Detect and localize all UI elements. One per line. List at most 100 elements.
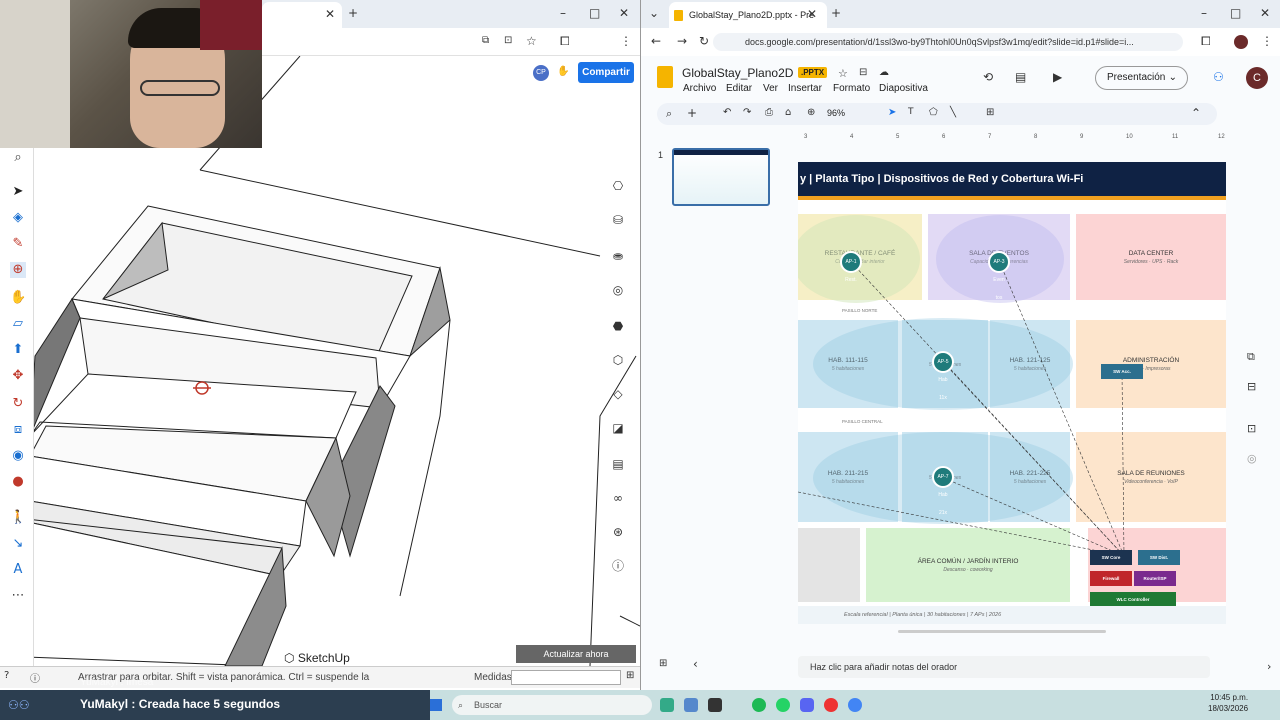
measures-input[interactable] [511,670,621,685]
collapse-panel-icon[interactable]: ‹ [693,657,698,671]
geo-icon[interactable]: ⓘ [30,670,40,685]
line-icon[interactable]: ╲ [950,107,956,118]
components-icon[interactable]: ⛁ [610,212,626,228]
zoom-icon[interactable]: ⊕ [807,107,815,118]
profile-avatar-icon[interactable] [1234,35,1248,49]
switch-core[interactable]: SW Core [1090,550,1132,565]
views-icon[interactable]: ⬡ [610,352,626,368]
search-icon[interactable]: ⌕ [10,150,26,166]
search-menu-icon[interactable]: ⌕ [666,107,672,121]
maximize-icon[interactable]: □ [589,6,600,20]
bookmark-star-icon[interactable]: ☆ [526,34,537,48]
collaborator-avatar[interactable]: CP [533,65,549,81]
comments-icon[interactable]: ▤ [1015,70,1026,84]
slide-canvas[interactable]: y | Planta Tipo | Dispositivos de Red y … [798,162,1226,624]
chrome-icon[interactable] [848,698,862,712]
pencil-tool-icon[interactable]: ✎ [10,236,26,252]
glasses-icon[interactable]: ∞ [610,490,626,506]
taskbar-search[interactable]: ⌕ Buscar [452,695,652,715]
back-icon[interactable]: ← [651,34,661,48]
menu-kebab-icon[interactable]: ⋮ [620,34,632,48]
pan-hand-icon[interactable]: ✋ [557,66,569,77]
new-tab-icon[interactable]: + [831,6,841,20]
minimize-icon[interactable]: – [560,6,566,20]
app-icon-3[interactable] [684,698,698,712]
close-tab-icon[interactable]: ✕ [325,7,335,21]
slides-tab[interactable]: GlobalStay_Plano2D.pptx - Pre [669,2,827,28]
side-panel-icon[interactable]: ⧉ [1247,350,1255,364]
url-field[interactable]: docs.google.com/presentation/d/1ssl3wo-b… [713,33,1183,51]
paint-tool-icon[interactable]: ◉ [10,448,26,464]
reload-icon[interactable]: ↻ [699,34,709,48]
menu-formato[interactable]: Formato [833,83,870,94]
tab-list-icon[interactable]: ⌄ [649,6,659,20]
globe-icon[interactable]: ⊛ [610,524,626,540]
menu-editar[interactable]: Editar [726,83,752,94]
orbit-tool-icon[interactable]: ⊕ [10,262,26,278]
cloud-status-icon[interactable]: ☁ [879,67,889,78]
app-icon-5[interactable] [824,698,838,712]
undo-icon[interactable]: ↶ [723,107,731,118]
paint-format-icon[interactable]: ⌂ [785,107,791,118]
walk-tool-icon[interactable]: 🚶 [10,510,26,526]
whatsapp-icon[interactable] [776,698,790,712]
info-icon[interactable]: ⓘ [610,558,626,574]
shape-icon[interactable]: ⬠ [929,107,938,118]
menu-insertar[interactable]: Insertar [788,83,822,94]
text-box-icon[interactable]: T [908,107,914,117]
select-pointer-icon[interactable]: ➤ [888,107,896,118]
access-point-icon[interactable]: AP-5 Hab 11x [932,351,954,401]
side-panel-expand-icon[interactable]: › [1267,660,1271,673]
cast-icon[interactable]: ⊡ [504,35,512,46]
tape-tool-icon[interactable]: ↘ [10,536,26,552]
add-comment-icon[interactable]: ⊞ [986,107,994,118]
chevron-down-icon[interactable]: ⌄ [1169,67,1177,89]
document-title[interactable]: GlobalStay_Plano2D [682,66,793,80]
star-icon[interactable]: ☆ [838,67,848,80]
push-pull-tool-icon[interactable]: ⬆ [10,342,26,358]
tasks-icon[interactable]: ◎ [1247,452,1257,465]
scenes-icon[interactable]: ⛂ [610,248,626,264]
materials-icon[interactable]: ⬣ [610,318,626,334]
meet-icon[interactable]: ▶ [1053,70,1062,84]
styles-icon[interactable]: ◎ [610,282,626,298]
router[interactable]: Router/ISP [1134,571,1176,586]
extensions-icon[interactable]: ⧠ [1201,34,1211,49]
close-window-icon[interactable]: ✕ [1260,6,1270,20]
share-person-icon[interactable]: ⚇ [1213,70,1224,84]
forward-icon[interactable]: → [677,34,687,48]
redo-icon[interactable]: ↷ [743,107,751,118]
scale-tool-icon[interactable]: ⧈ [10,422,26,438]
grid-view-icon[interactable]: ⊞ [659,658,667,669]
discord-icon[interactable] [800,698,814,712]
new-tab-icon[interactable]: + [348,6,358,20]
pan-tool-icon[interactable]: ✋ [10,290,26,306]
help-icon[interactable]: ? [4,670,9,681]
present-button[interactable]: Presentación ⌄ [1095,66,1188,90]
extensions-icon[interactable]: ⧠ [560,34,570,49]
move-folder-icon[interactable]: ⊟ [859,67,867,78]
keep-icon[interactable]: ⊡ [1247,422,1256,435]
menu-ver[interactable]: Ver [763,83,778,94]
slide-thumbnail[interactable] [672,148,770,206]
entity-info-icon[interactable]: ⎔ [610,178,626,194]
paint-bucket-icon[interactable]: ◪ [610,420,626,436]
rectangle-tool-icon[interactable]: ▱ [10,316,26,332]
layers-icon[interactable]: ▤ [610,456,626,472]
menu-archivo[interactable]: Archivo [683,83,716,94]
access-point-icon[interactable]: AP-7 Hab 21x [932,466,954,516]
system-clock[interactable]: 10:45 p.m. 18/03/2026 [1208,692,1248,714]
tag-icon[interactable]: ◇ [610,386,626,402]
spotify-icon[interactable] [752,698,766,712]
folder-icon[interactable]: ⊟ [1247,380,1256,393]
translate-icon[interactable]: ⧉ [482,35,489,46]
access-point-icon[interactable]: AP-3 Even tos [988,251,1010,301]
close-window-icon[interactable]: ✕ [619,6,629,20]
windows-start-icon[interactable] [430,699,442,711]
share-button[interactable]: Compartir [578,62,634,83]
camera-tool-icon[interactable]: ● [10,474,26,490]
history-icon[interactable]: ⟲ [983,70,993,84]
update-now-button[interactable]: Actualizar ahora [516,645,636,663]
new-slide-icon[interactable]: + [687,106,697,120]
app-icon-4[interactable] [708,698,722,712]
